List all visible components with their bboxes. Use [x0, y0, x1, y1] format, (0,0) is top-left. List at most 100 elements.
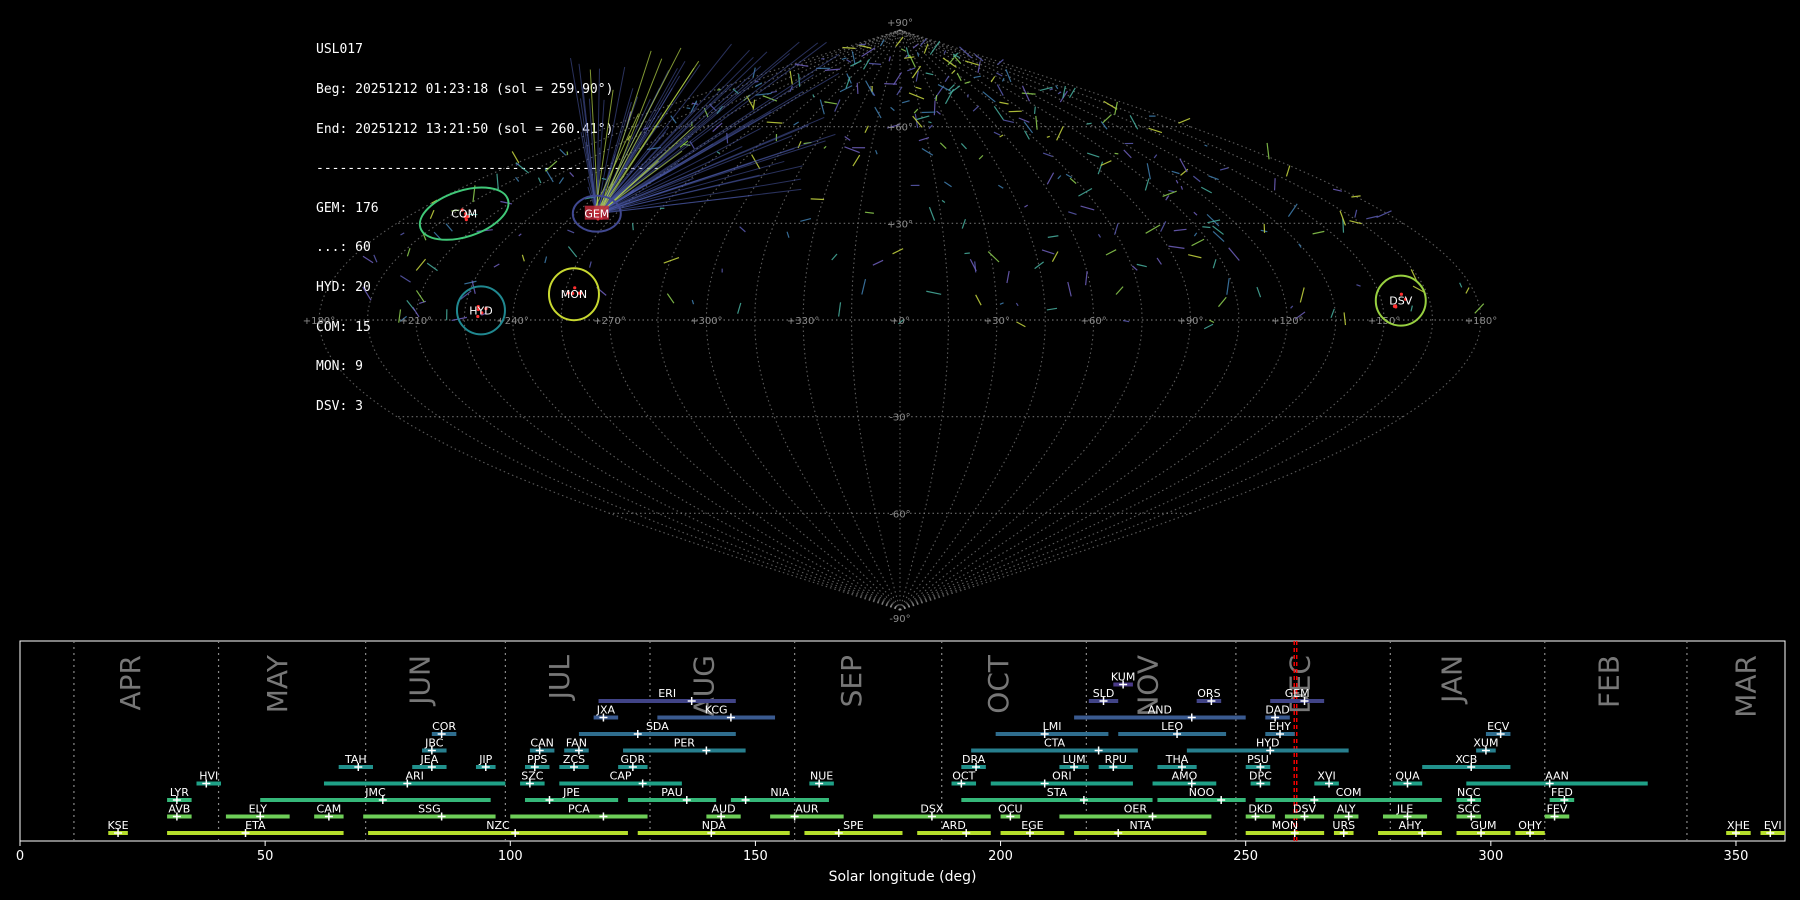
meteor-trail: [1080, 205, 1095, 211]
meteor-trail: [1057, 91, 1062, 95]
meteor-trail: [943, 50, 947, 54]
meteor-trail: [1168, 245, 1185, 249]
meteor-trail: [923, 43, 929, 54]
shower-label: NIA: [770, 786, 789, 799]
shower-label: PER: [674, 737, 696, 750]
month-label: JAN: [1435, 655, 1468, 705]
meteor-trail: [998, 184, 1004, 189]
meteor-trail: [1115, 286, 1124, 295]
meteor-trail: [888, 56, 891, 62]
meteor-trail: [567, 229, 575, 234]
meteor-trail: [812, 94, 815, 98]
meteor-trail: [900, 48, 906, 52]
shower-label: RPU: [1105, 753, 1127, 766]
map-y-tick: +60°: [887, 123, 913, 134]
meteor-trail: [1162, 190, 1177, 198]
shower-label: OCU: [998, 803, 1022, 816]
shower-label: ELY: [249, 803, 268, 816]
shower-label: ORS: [1197, 687, 1220, 700]
meteor-trail: [960, 143, 967, 150]
meteor-trail: [912, 43, 919, 49]
month-label: MAR: [1730, 655, 1763, 718]
meteor-trail: [993, 131, 1001, 136]
month-label: JUL: [543, 655, 576, 702]
meteor-trail: [1465, 287, 1470, 294]
shower-label: NTA: [1129, 819, 1151, 832]
shower-label: AMO: [1172, 770, 1198, 783]
meteor-trail: [1033, 106, 1036, 114]
meteor-trail: [861, 278, 867, 295]
meteor-trail: [973, 75, 981, 79]
shower-label: FED: [1551, 786, 1573, 799]
meteor-trail: [1203, 323, 1214, 330]
shower-label: SLD: [1093, 687, 1115, 700]
meteor-trail: [445, 223, 453, 232]
meteor-trail: [1105, 249, 1117, 256]
meteor-trail: [544, 256, 548, 264]
shower-label: AVB: [168, 803, 190, 816]
meteor-trail: [663, 256, 680, 264]
shower-label: JXA: [596, 704, 616, 717]
meteor-trail: [978, 154, 984, 160]
shower-label: OHY: [1518, 819, 1542, 832]
meteor-trail: [567, 246, 578, 258]
meteor-trail: [964, 81, 971, 84]
shower-label: PAU: [661, 786, 683, 799]
meteor-trail: [935, 95, 938, 102]
meteor-trail: [739, 226, 746, 233]
meteor-trail: [810, 198, 825, 201]
meteor-trail: [1228, 247, 1240, 261]
shower-label: SPE: [843, 819, 864, 832]
x-tick-label: 300: [1478, 849, 1503, 864]
month-label: FEB: [1592, 655, 1625, 708]
meteor-trail: [841, 57, 847, 61]
x-tick-label: 200: [988, 849, 1013, 864]
shower-label: DRA: [962, 753, 986, 766]
shower-label: ORI: [1052, 770, 1072, 783]
month-label: JUN: [403, 655, 436, 707]
shower-label: JPE: [562, 786, 580, 799]
meteor-trail: [1068, 211, 1077, 216]
meteor-trail: [925, 72, 934, 76]
meteor-trail: [1041, 249, 1055, 255]
chart-canvas: +180°+150°+120°+90°+60°+30°+0°+330°+300°…: [16, 18, 1786, 885]
meteor-trail: [770, 90, 778, 94]
meteor-trail: [1042, 152, 1053, 158]
meteor-trail: [429, 209, 435, 219]
shower-label: SDA: [646, 720, 669, 733]
meteor-trail: [1078, 188, 1093, 197]
shower-label: COR: [432, 720, 456, 733]
shower-label: CAM: [317, 803, 342, 816]
meteor-trail: [737, 302, 742, 314]
radiant-label: GEM: [584, 208, 609, 221]
meteor-trail: [972, 105, 980, 112]
meteor-trail: [1016, 321, 1026, 328]
meteor-trail: [559, 148, 567, 156]
meteor-trail: [1102, 114, 1112, 124]
month-label: SEP: [835, 655, 868, 707]
meteor-trail: [511, 151, 520, 164]
map-x-tick: +90°: [1177, 316, 1203, 327]
meteor-trail: [824, 68, 841, 71]
shower-label: NCC: [1457, 786, 1481, 799]
shower-label: DSV: [1293, 803, 1316, 816]
map-y-tick: +30°: [887, 219, 913, 230]
shower-label: ECV: [1487, 720, 1510, 733]
meteor-trail: [850, 60, 862, 67]
meteor-trail: [852, 154, 861, 167]
shower-label: NDA: [702, 819, 727, 832]
shower-label: EGE: [1021, 819, 1043, 832]
shower-label: ARI: [405, 770, 423, 783]
shower-label: LMI: [1043, 720, 1062, 733]
meteor-trail: [786, 231, 790, 238]
meteor-trail: [975, 294, 982, 306]
shower-label: GUM: [1470, 819, 1496, 832]
meteor-trail: [754, 82, 763, 88]
map-x-tick: +60°: [1081, 316, 1107, 327]
meteor-trail: [1193, 211, 1198, 216]
meteor-trail: [1175, 179, 1179, 184]
meteor-trail: [1312, 230, 1325, 235]
shower-label: PCA: [568, 803, 590, 816]
meteor-trail: [999, 101, 1009, 105]
meteor-trail: [1204, 144, 1208, 147]
